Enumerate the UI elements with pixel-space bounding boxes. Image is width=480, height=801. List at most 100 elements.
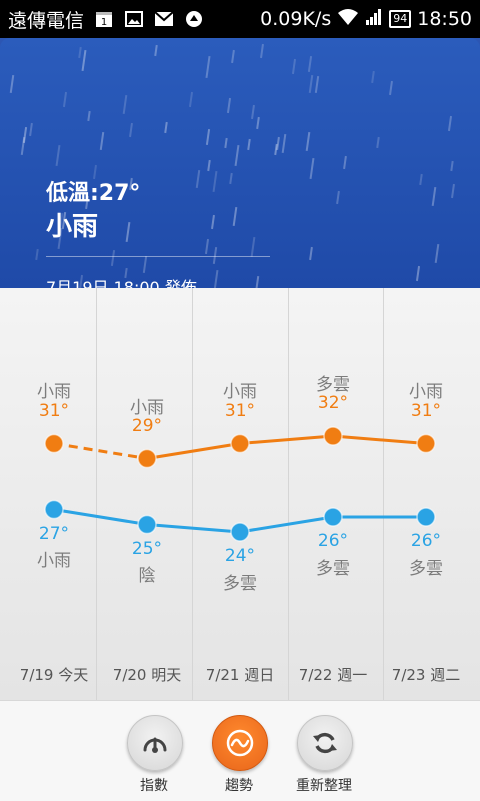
rain-streak — [231, 49, 235, 64]
low-temperature: 低溫:27° — [46, 181, 141, 206]
high-temp-label: 31° — [410, 401, 442, 421]
rain-streak — [281, 133, 287, 154]
rain-streak — [447, 115, 453, 132]
rain-streak — [110, 249, 116, 267]
rain-streak — [250, 236, 256, 258]
day-condition: 小雨 — [130, 398, 164, 418]
night-condition: 小雨 — [37, 551, 71, 571]
refresh-button[interactable] — [297, 715, 353, 771]
low-temp-line — [239, 515, 334, 534]
rain-streak — [55, 144, 61, 167]
rain-streak — [78, 46, 82, 59]
rain-streak — [419, 173, 423, 186]
rain-streak — [204, 238, 210, 255]
current-condition: 小雨 — [46, 212, 99, 242]
rain-streak — [376, 136, 380, 149]
rain-streak — [164, 121, 168, 134]
date-label: 7/19 今天 — [19, 666, 89, 684]
trend-chart — [44, 426, 436, 542]
rain-streak — [205, 55, 211, 79]
low-temp-label: 25° — [131, 539, 163, 559]
rain-streak — [254, 275, 260, 288]
rain-streak — [336, 190, 340, 205]
refresh-icon — [313, 732, 337, 754]
high-temp-point — [44, 433, 64, 454]
rain-streak — [29, 122, 33, 137]
day-condition: 小雨 — [409, 382, 443, 402]
rain-streak — [234, 144, 240, 167]
high-temp-label: 29° — [131, 416, 163, 436]
rain-streak — [205, 128, 211, 146]
rain-streak — [154, 44, 158, 57]
night-condition: 陰 — [138, 566, 156, 586]
high-temp-label: 32° — [317, 393, 349, 413]
rain-streak — [451, 183, 455, 199]
rain-streak — [251, 104, 255, 120]
header-divider — [46, 256, 270, 257]
rain-streak — [9, 74, 15, 94]
night-condition: 多雲 — [409, 559, 443, 579]
rain-streak — [229, 172, 233, 185]
date-label: 7/21 週日 — [205, 666, 275, 684]
low-temp-line — [146, 523, 241, 534]
trend-icon — [226, 729, 254, 757]
carrier-label: 遠傳電信 — [8, 9, 85, 32]
network-speed: 0.09K/s — [260, 8, 332, 30]
publish-time: 7月19日 18:00 發佈 — [46, 278, 197, 288]
weather-header: 低溫:27° 小雨 7月19日 18:00 發佈 — [0, 38, 480, 288]
high-temp-label: 31° — [224, 401, 256, 421]
trend-button[interactable] — [212, 715, 268, 771]
high-temp-line — [239, 434, 334, 445]
gauge-icon — [143, 737, 167, 753]
index-button-label: 指數 — [140, 778, 168, 794]
calendar-icon: 1 — [94, 10, 114, 28]
rain-streak — [211, 214, 215, 230]
rain-streak — [188, 91, 194, 108]
date-label: 7/23 週二 — [391, 666, 461, 684]
high-temp-point — [137, 448, 157, 469]
rain-streak — [314, 75, 320, 94]
rain-streak — [87, 110, 91, 122]
low-temp-point — [44, 499, 64, 520]
rain-streak — [415, 265, 421, 282]
trend-button-label: 趨勢 — [225, 778, 253, 794]
trend-panel: 小雨 31° 27° 小雨 7/19 今天 小雨 29° 25° 陰 7/20 … — [0, 288, 480, 700]
day-condition: 多雲 — [316, 375, 350, 395]
rain-streak — [389, 80, 393, 96]
high-temp-point — [323, 426, 343, 446]
rain-streak — [195, 169, 201, 189]
rain-streak — [431, 186, 437, 207]
bottom-toolbar: 指數 趨勢 重新整理 — [0, 700, 480, 801]
high-temp-line — [53, 442, 148, 460]
rain-streak — [22, 126, 28, 144]
status-bar: 遠傳電信 1 0.09K/s 94 18:50 — [0, 0, 480, 38]
rain-streak — [212, 170, 218, 193]
date-label: 7/20 明天 — [112, 666, 182, 684]
index-button[interactable] — [127, 715, 183, 771]
low-temp-line — [53, 508, 148, 526]
mail-icon — [154, 10, 174, 28]
rain-streak — [122, 94, 128, 115]
signal-icon — [365, 8, 383, 31]
rain-streak — [309, 246, 313, 261]
rain-streak — [247, 138, 251, 151]
night-condition: 多雲 — [223, 574, 257, 594]
day-condition: 小雨 — [223, 382, 257, 402]
low-temp-point — [137, 514, 157, 535]
rain-streak — [232, 206, 238, 227]
rain-streak — [450, 160, 454, 172]
high-temp-point — [416, 433, 436, 454]
low-temp-point — [323, 507, 343, 527]
rain-streak — [305, 131, 311, 152]
high-temp-point — [230, 433, 250, 454]
wifi-icon — [337, 8, 359, 31]
date-label: 7/22 週一 — [298, 666, 368, 684]
rain-streak — [129, 122, 133, 138]
app-icon — [184, 10, 204, 28]
low-temp-point — [230, 522, 250, 542]
night-condition: 多雲 — [316, 559, 350, 579]
rain-streak — [434, 243, 440, 264]
rain-streak — [308, 74, 314, 94]
rain-streak — [226, 97, 232, 114]
rain-streak — [291, 58, 297, 75]
